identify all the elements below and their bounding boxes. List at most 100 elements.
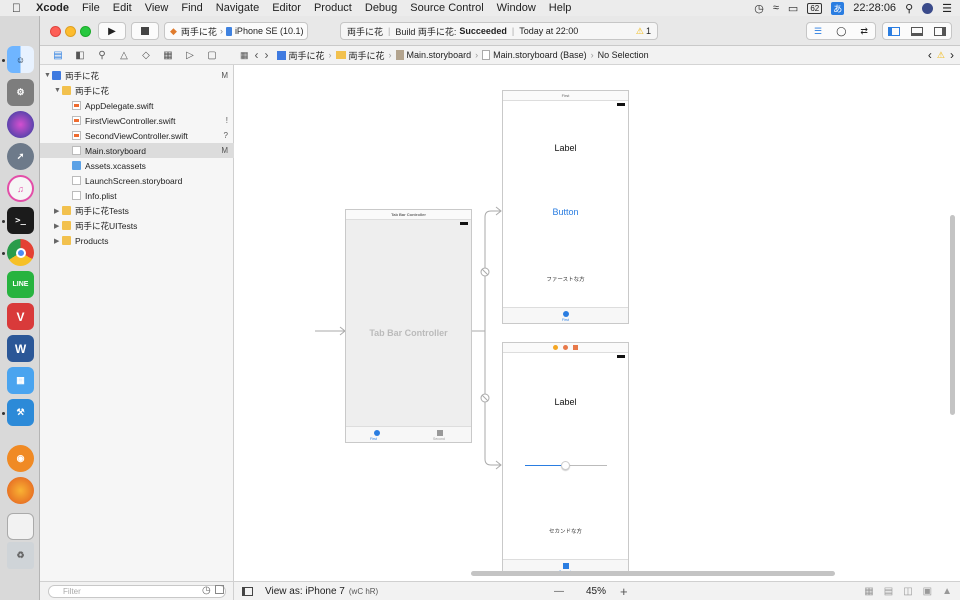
recent-files-icon[interactable]: ◷ <box>202 585 211 596</box>
related-items-icon[interactable]: ▦ <box>240 50 249 61</box>
navigator-row[interactable]: ▶ 両手に花Tests <box>40 203 234 218</box>
menu-view[interactable]: View <box>145 2 169 14</box>
assistant-editor-icon[interactable]: ◯ <box>836 26 846 37</box>
finder-icon[interactable]: ☺ <box>7 46 34 73</box>
first-label[interactable]: Label <box>503 143 628 153</box>
standard-editor-icon[interactable]: ☰ <box>814 26 822 37</box>
pin-icon[interactable]: ▣ <box>923 586 932 597</box>
storyboard-canvas[interactable]: Tab Bar Controller Tab Bar Controller Fi… <box>235 65 960 581</box>
disclosure-triangle-icon[interactable]: ▼ <box>54 87 62 94</box>
navigator-row[interactable]: Assets.xcassets <box>40 158 234 173</box>
itunes-icon[interactable]: ♫ <box>7 175 34 202</box>
menu-source-control[interactable]: Source Control <box>410 2 483 14</box>
menu-debug[interactable]: Debug <box>365 2 397 14</box>
menu-window[interactable]: Window <box>497 2 536 14</box>
navigator-row[interactable]: Main.storyboard M <box>40 143 234 158</box>
stop-button[interactable] <box>131 22 159 40</box>
word-icon[interactable]: W <box>7 335 34 362</box>
apple-icon[interactable]:  <box>12 1 26 15</box>
navigator-row[interactable]: ▶ 両手に花UITests <box>40 218 234 233</box>
preview-icon[interactable] <box>7 513 34 540</box>
disclosure-triangle-icon[interactable]: ▶ <box>54 222 62 230</box>
breadcrumb-group[interactable]: 両手に花 <box>349 49 385 62</box>
menu-file[interactable]: File <box>82 2 100 14</box>
tab-bar[interactable]: First <box>503 307 628 323</box>
back-icon[interactable]: ‹ <box>255 48 259 62</box>
menu-app-name[interactable]: Xcode <box>36 2 69 14</box>
notification-center-icon[interactable]: ☰ <box>942 2 952 15</box>
navigator-toggle-icon[interactable] <box>888 26 901 36</box>
source-control-filter-icon[interactable] <box>215 585 224 594</box>
disclosure-triangle-icon[interactable]: ▶ <box>54 207 62 215</box>
navigator-row[interactable]: ▼ 両手に花 M <box>40 68 234 83</box>
hierarchy-icon[interactable]: ◧ <box>74 50 86 61</box>
close-button[interactable] <box>50 26 61 37</box>
navigator-row[interactable]: ▼ 両手に花 <box>40 83 234 98</box>
tab-bar[interactable]: First Second <box>346 426 471 442</box>
launchpad-icon[interactable]: ➚ <box>7 143 34 170</box>
tab-first-icon[interactable] <box>374 430 380 436</box>
previous-issue-icon[interactable]: ‹ <box>928 48 932 62</box>
battery-icon[interactable]: 62 <box>807 2 823 14</box>
next-issue-icon[interactable]: › <box>950 48 954 62</box>
warning-indicator[interactable]: ⚠ 1 <box>636 26 651 37</box>
resolve-issues-icon[interactable]: ▲ <box>942 586 952 597</box>
horizontal-scrollbar[interactable] <box>471 571 835 576</box>
menu-edit[interactable]: Edit <box>113 2 132 14</box>
debug-area-toggle-icon[interactable] <box>910 26 923 36</box>
tab-bar-controller-scene[interactable]: Tab Bar Controller Tab Bar Controller Fi… <box>345 209 472 443</box>
warning-icon[interactable]: ⚠ <box>937 50 945 61</box>
breadcrumb-project[interactable]: 両手に花 <box>289 49 325 62</box>
test-icon[interactable]: ◇ <box>140 50 152 61</box>
spotlight-icon[interactable]: ⚲ <box>905 2 913 15</box>
navigator-row[interactable]: SecondViewController.swift? <box>40 128 234 143</box>
trash-icon[interactable]: ♻ <box>7 542 34 569</box>
second-text[interactable]: セカンドな方 <box>503 527 628 535</box>
first-button[interactable]: Button <box>503 207 628 217</box>
navigator-row[interactable]: FirstViewController.swift! <box>40 113 234 128</box>
zoom-button[interactable] <box>80 26 91 37</box>
navigator-row[interactable]: LaunchScreen.storyboard <box>40 173 234 188</box>
first-text[interactable]: ファーストな方 <box>503 275 628 283</box>
user-avatar-icon[interactable] <box>922 2 934 14</box>
view-as-button[interactable]: View as: iPhone 7 <box>265 586 345 597</box>
firefox-icon[interactable] <box>7 477 34 504</box>
tab-second-icon[interactable] <box>563 563 569 569</box>
input-method-icon[interactable]: あ <box>831 1 845 15</box>
navigator-row[interactable]: Info.plist <box>40 188 234 203</box>
zoom-in-button[interactable]: + <box>620 584 628 599</box>
exit-icon[interactable] <box>573 345 579 350</box>
debug-icon[interactable]: ▦ <box>162 50 174 61</box>
breakpoint-icon[interactable]: ▷ <box>184 50 196 61</box>
menu-navigate[interactable]: Navigate <box>216 2 259 14</box>
tab-second-icon[interactable] <box>437 430 443 436</box>
second-slider[interactable] <box>525 461 607 471</box>
menu-product[interactable]: Product <box>314 2 352 14</box>
run-button[interactable]: ▶ <box>98 22 126 40</box>
folder-icon[interactable]: ▤ <box>52 50 64 61</box>
system-preferences-icon[interactable]: ⚙ <box>7 79 34 106</box>
report-icon[interactable]: ▢ <box>206 50 218 61</box>
navigator-row[interactable]: AppDelegate.swift <box>40 98 234 113</box>
filter-input[interactable]: Filter <box>48 585 226 598</box>
menu-help[interactable]: Help <box>549 2 572 14</box>
zoom-out-button[interactable]: — <box>554 586 564 597</box>
breadcrumb-localization[interactable]: Main.storyboard (Base) <box>493 50 587 60</box>
disclosure-triangle-icon[interactable]: ▶ <box>54 237 62 245</box>
blender-icon[interactable]: ◉ <box>7 445 34 472</box>
second-view-controller-scene[interactable]: Label セカンドな方 Second <box>502 342 629 576</box>
slider-thumb[interactable] <box>561 461 570 470</box>
warning-icon[interactable]: △ <box>118 50 130 61</box>
stack-icon[interactable]: ▤ <box>884 586 893 597</box>
siri-icon[interactable] <box>7 111 34 138</box>
terminal-icon[interactable]: >_ <box>7 207 34 234</box>
navigator-row[interactable]: ▶ Products <box>40 233 234 248</box>
scene-header[interactable]: Tab Bar Controller <box>346 210 471 220</box>
breadcrumb-file[interactable]: Main.storyboard <box>407 50 472 60</box>
xcode-icon[interactable]: ⚒ <box>7 399 34 426</box>
breadcrumb-selection[interactable]: No Selection <box>598 50 649 60</box>
update-frames-icon[interactable]: ▦ <box>864 586 873 597</box>
first-responder-icon[interactable] <box>563 345 568 350</box>
line-icon[interactable]: LINE <box>7 271 34 298</box>
disclosure-triangle-icon[interactable]: ▼ <box>44 72 52 79</box>
